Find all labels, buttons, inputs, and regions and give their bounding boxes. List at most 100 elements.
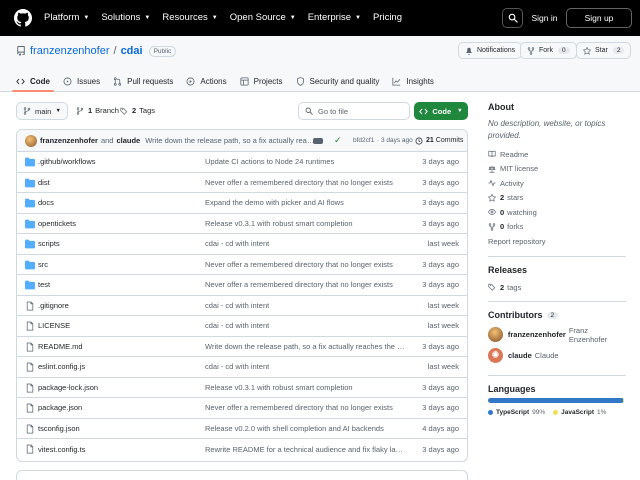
contributor-item[interactable]: franzenzenhofer Franz Enzenhofer (488, 324, 628, 345)
github-logo-icon[interactable] (14, 9, 32, 27)
notifications-button[interactable]: Notifications (458, 42, 523, 59)
license-link[interactable]: MIT license (488, 162, 628, 177)
tags-link[interactable]: 2 Tags (120, 106, 155, 115)
tab-code[interactable]: Code (12, 71, 54, 92)
commit-coauthor-link[interactable]: claude (116, 136, 140, 145)
table-row[interactable]: vitest.config.ts Rewrite README for a tec… (17, 439, 467, 460)
commit-author-link[interactable]: franzenzenhofer (40, 136, 98, 145)
repo-owner-link[interactable]: franzenzenhofer (30, 45, 110, 57)
file-name-link[interactable]: tsconfig.json (38, 424, 80, 433)
readme-link[interactable]: Readme (488, 147, 628, 162)
code-icon (419, 108, 429, 114)
check-icon[interactable]: ✓ (334, 135, 342, 146)
go-to-file-input[interactable]: Go to file (298, 102, 410, 120)
contributor-item[interactable]: ✺ claude Claude (488, 345, 628, 366)
file-commit-message-link[interactable]: Never offer a remembered directory that … (205, 403, 393, 412)
file-name-link[interactable]: .github/workflows (38, 157, 96, 166)
commits-history-link[interactable]: 21 Commits (415, 137, 463, 145)
nav-platform[interactable]: Platform ▼ (44, 12, 89, 23)
file-commit-message-link[interactable]: cdai - cd with intent (205, 239, 269, 248)
tab-actions[interactable]: Actions (186, 71, 227, 91)
table-row[interactable]: eslint.config.js cdai - cd with intent las… (17, 357, 467, 378)
tab-projects[interactable]: Projects (240, 71, 283, 91)
table-row[interactable]: package-lock.json Release v0.3.1 with rob… (17, 378, 467, 398)
table-row[interactable]: opentickets Release v0.3.1 with robust sm… (17, 214, 467, 234)
commit-hash-link[interactable]: bfd2cf1 (353, 137, 374, 144)
languages-heading: Languages (488, 384, 536, 394)
nav-solutions[interactable]: Solutions ▼ (101, 12, 150, 23)
star-button[interactable]: Star 2 (576, 42, 632, 59)
file-commit-message-link[interactable]: Never offer a remembered directory that … (205, 260, 393, 269)
sign-in-button[interactable]: Sign in (528, 8, 561, 28)
file-name-link[interactable]: eslint.config.js (38, 362, 85, 371)
table-row[interactable]: test Never offer a remembered directory t… (17, 275, 467, 296)
nav-enterprise[interactable]: Enterprise ▼ (308, 12, 361, 23)
file-commit-message-link[interactable]: cdai - cd with intent (205, 321, 269, 330)
file-commit-message-link[interactable]: Expand the demo with picker and AI flows (205, 198, 344, 207)
table-row[interactable]: .gitignore cdai - cd with intent last week (17, 296, 467, 316)
file-name-link[interactable]: scripts (38, 239, 60, 248)
stars-link[interactable]: 2 stars (488, 191, 628, 206)
file-name-link[interactable]: LICENSE (38, 321, 70, 330)
file-commit-message-link[interactable]: Release v0.3.1 with robust smart complet… (205, 383, 353, 392)
file-commit-message-link[interactable]: Update CI actions to Node 24 runtimes (205, 157, 334, 166)
file-commit-message-link[interactable]: Release v0.2.0 with shell completion and… (205, 424, 384, 433)
search-button[interactable] (502, 8, 523, 28)
table-row[interactable]: package.json Never offer a remembered dir… (17, 398, 467, 419)
branch-selector[interactable]: main ▼ (16, 102, 68, 120)
table-row[interactable]: LICENSE cdai - cd with intent last week (17, 316, 467, 337)
fork-button[interactable]: Fork 0 (520, 42, 577, 59)
search-icon (508, 13, 518, 23)
file-name-link[interactable]: .gitignore (38, 301, 69, 310)
table-row[interactable]: dist Never offer a remembered directory t… (17, 173, 467, 193)
forks-link[interactable]: 0 forks (488, 220, 628, 235)
commit-message-link[interactable]: Write down the release path, so a fix ac… (145, 136, 317, 145)
language-typescript[interactable]: TypeScript 99% (488, 409, 545, 416)
table-row[interactable]: .github/workflows Update CI actions to No… (17, 152, 467, 173)
file-name-link[interactable]: opentickets (38, 219, 76, 228)
file-commit-message-link[interactable]: Rewrite README for a technical audience … (205, 445, 405, 454)
tab-security[interactable]: Security and quality (296, 71, 379, 91)
watchers-link[interactable]: 0 watching (488, 205, 628, 220)
file-commit-message-link[interactable]: cdai - cd with intent (205, 301, 269, 310)
file-name-link[interactable]: package.json (38, 403, 82, 412)
language-javascript[interactable]: JavaScript 1% (553, 409, 606, 416)
table-row[interactable]: README.md Write down the release path, so… (17, 337, 467, 357)
file-commit-message-link[interactable]: Never offer a remembered directory that … (205, 280, 393, 289)
file-name-link[interactable]: dist (38, 178, 50, 187)
report-repository-link[interactable]: Report repository (488, 234, 628, 249)
expand-commit-button[interactable] (313, 138, 323, 144)
contributors-heading[interactable]: Contributors 2 (488, 310, 628, 320)
file-name-link[interactable]: vitest.config.ts (38, 445, 86, 454)
releases-heading[interactable]: Releases (488, 265, 628, 275)
avatar[interactable] (25, 134, 37, 147)
file-name-link[interactable]: docs (38, 198, 54, 207)
table-row[interactable]: docs Expand the demo with picker and AI f… (17, 193, 467, 214)
file-name-link[interactable]: test (38, 280, 50, 289)
file-name-link[interactable]: README.md (38, 342, 83, 351)
file-commit-message-link[interactable]: cdai - cd with intent (205, 362, 269, 371)
nav-open-source[interactable]: Open Source ▼ (230, 12, 296, 23)
tab-pull-requests[interactable]: Pull requests (113, 71, 173, 91)
search-icon (305, 107, 313, 115)
branches-link[interactable]: 1 Branch (76, 106, 119, 115)
folder-icon (25, 219, 35, 229)
file-commit-message-link[interactable]: Release v0.3.1 with robust smart complet… (205, 219, 353, 228)
repo-name-link[interactable]: cdai (121, 45, 143, 57)
nav-pricing[interactable]: Pricing (373, 12, 402, 23)
file-commit-message-link[interactable]: Never offer a remembered directory that … (205, 178, 393, 187)
file-name-link[interactable]: package-lock.json (38, 383, 98, 392)
table-row[interactable]: tsconfig.json Release v0.2.0 with shell c… (17, 419, 467, 439)
activity-link[interactable]: Activity (488, 176, 628, 191)
sign-up-button[interactable]: Sign up (566, 8, 632, 28)
code-dropdown-button[interactable]: Code ▼ (414, 102, 468, 120)
file-commit-message-link[interactable]: Write down the release path, so a fix ac… (205, 342, 405, 351)
table-row[interactable]: scripts cdai - cd with intent last week (17, 234, 467, 255)
tab-insights[interactable]: Insights (392, 71, 434, 91)
tags-link-sidebar[interactable]: 2 tags (488, 280, 628, 294)
avatar (488, 327, 503, 342)
file-name-link[interactable]: src (38, 260, 48, 269)
nav-resources[interactable]: Resources ▼ (162, 12, 217, 23)
tab-issues[interactable]: Issues (63, 71, 100, 91)
table-row[interactable]: src Never offer a remembered directory th… (17, 255, 467, 275)
